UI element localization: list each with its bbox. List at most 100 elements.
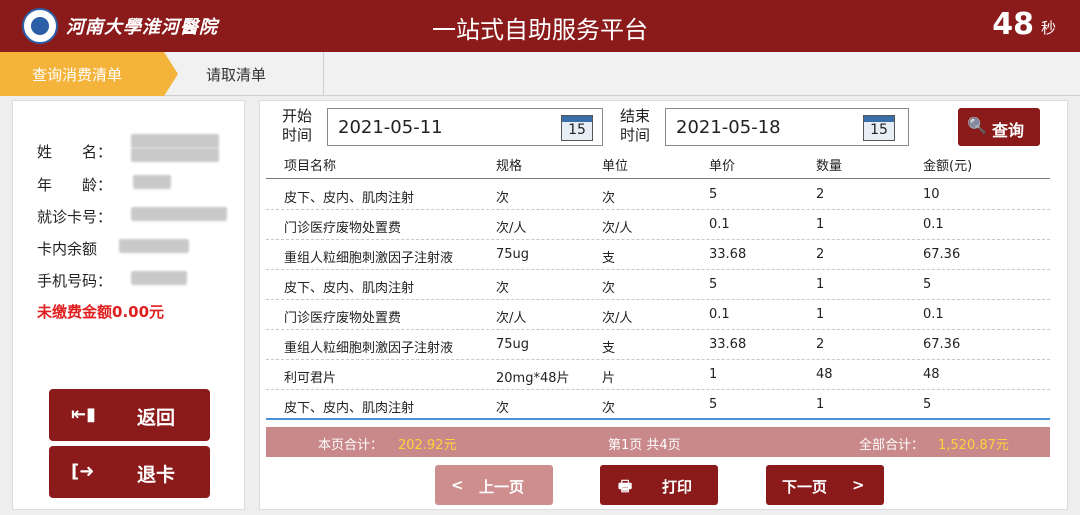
- cell-amount: 5: [923, 397, 932, 412]
- cell-item-name: 门诊医疗废物处置费: [284, 311, 402, 326]
- chevron-right-icon: >: [852, 476, 865, 494]
- cell-unit: 片: [602, 371, 616, 386]
- cell-spec: 75ug: [496, 337, 530, 352]
- tab-bar: 查询消费清单 请取清单: [0, 52, 1080, 96]
- chevron-left-icon: <: [451, 476, 464, 494]
- eject-card-button[interactable]: [➜ 退卡: [49, 446, 210, 498]
- cell-spec: 次: [496, 191, 510, 206]
- col-unit: 单位: [602, 159, 629, 174]
- cell-item-name: 重组人粒细胞刺激因子注射液: [284, 251, 454, 266]
- app-title: 一站式自助服务平台: [432, 16, 648, 44]
- end-date-value: 2021-05-18: [676, 117, 781, 138]
- back-icon: ⇤▮: [71, 404, 96, 425]
- cell-unit: 支: [602, 341, 616, 356]
- cell-item-name: 重组人粒细胞刺激因子注射液: [284, 341, 454, 356]
- cell-quantity: 1: [816, 277, 825, 292]
- header-bar: 河南大學淮河醫院 一站式自助服务平台 48 秒: [0, 0, 1080, 52]
- printer-icon: 🖶: [618, 477, 633, 495]
- balance-label: 卡内余额: [37, 240, 98, 258]
- prev-page-button[interactable]: < 上一页: [435, 465, 553, 505]
- cell-quantity: 1: [816, 397, 825, 412]
- table-row: 皮下、皮内、肌肉注射 次 次 5 2 10: [266, 180, 1050, 210]
- cell-unit: 次: [602, 191, 616, 206]
- consumption-list-panel: 开始 时间 2021-05-11 15 结束 时间 2021-05-18 15 …: [259, 100, 1068, 510]
- cell-unit: 次/人: [602, 311, 633, 326]
- calendar-icon[interactable]: 15: [863, 115, 895, 141]
- cell-unit-price: 0.1: [709, 217, 730, 232]
- table-header: 项目名称 规格 单位 单价 数量 金额(元): [266, 151, 1050, 179]
- cell-unit-price: 0.1: [709, 307, 730, 322]
- cell-amount: 48: [923, 367, 940, 382]
- end-label-1: 结束: [620, 107, 651, 125]
- print-button[interactable]: 🖶 打印: [600, 465, 718, 505]
- query-button[interactable]: 🔍 查询: [958, 108, 1040, 146]
- cell-unit: 次: [602, 281, 616, 296]
- all-total-value: 1,520.87元: [938, 438, 1009, 453]
- cell-spec: 次/人: [496, 221, 527, 236]
- phone-redacted: [131, 271, 187, 285]
- start-date-field[interactable]: 2021-05-11 15: [327, 108, 603, 146]
- next-page-button[interactable]: 下一页 >: [766, 465, 884, 505]
- cell-unit: 支: [602, 251, 616, 266]
- cell-unit-price: 33.68: [709, 247, 747, 262]
- col-item-name: 项目名称: [284, 159, 337, 174]
- age-redacted: [133, 175, 171, 189]
- card-label: 就诊卡号：: [37, 208, 113, 226]
- page-total-label: 本页合计：: [318, 438, 384, 453]
- phone-label: 手机号码：: [37, 272, 113, 290]
- table-row: 皮下、皮内、肌肉注射 次 次 5 1 5: [266, 390, 1050, 420]
- cell-spec: 次: [496, 401, 510, 416]
- table-body: 皮下、皮内、肌肉注射次次 5 2 10 门诊医疗废物处置费 次/人 次/人 0.1 1 0.1 重组…: [266, 180, 1050, 420]
- tab-label: 请取清单: [206, 66, 267, 84]
- page-total-value: 202.92元: [398, 438, 457, 453]
- cell-unit: 次: [602, 401, 616, 416]
- cell-amount: 10: [923, 187, 940, 202]
- back-button[interactable]: ⇤▮ 返回: [49, 389, 210, 441]
- calendar-day: 15: [870, 122, 888, 138]
- name-redacted-2: [131, 148, 219, 162]
- card-redacted: [131, 207, 227, 221]
- unpaid-amount: 未缴费金额0.00元: [37, 303, 165, 321]
- tab-retrieve-list[interactable]: 请取清单: [178, 52, 324, 96]
- cell-spec: 次: [496, 281, 510, 296]
- cell-item-name: 皮下、皮内、肌肉注射: [284, 401, 415, 416]
- cell-amount: 67.36: [923, 247, 961, 262]
- search-icon: 🔍: [967, 116, 987, 135]
- next-label: 下一页: [782, 478, 828, 496]
- name-label: 姓 名：: [37, 143, 113, 161]
- cell-item-name: 皮下、皮内、肌肉注射: [284, 281, 415, 296]
- col-amount: 金额(元): [923, 159, 973, 174]
- patient-info-panel: 姓 名： 年 龄： 就诊卡号： 卡内余额 手机号码： 未缴费金额0.00元 ⇤▮…: [12, 100, 245, 510]
- start-label-2: 时间: [282, 126, 313, 144]
- eject-label: 退卡: [137, 464, 176, 486]
- cell-quantity: 48: [816, 367, 833, 382]
- prev-label: 上一页: [479, 478, 525, 496]
- end-date-field[interactable]: 2021-05-18 15: [665, 108, 909, 146]
- start-date-value: 2021-05-11: [338, 117, 443, 138]
- cell-unit: 次/人: [602, 221, 633, 236]
- age-label: 年 龄：: [37, 176, 113, 194]
- summary-bar: 本页合计： 202.92元 第1页 共4页 全部合计： 1,520.87元: [266, 427, 1050, 457]
- cell-unit-price: 5: [709, 187, 718, 202]
- cell-spec: 20mg*48片: [496, 371, 570, 386]
- cell-quantity: 2: [816, 337, 825, 352]
- cell-unit-price: 1: [709, 367, 718, 382]
- cell-item-name: 利可君片: [284, 371, 337, 386]
- cell-item-name: 皮下、皮内、肌肉注射: [284, 191, 415, 206]
- countdown-timer: 48: [992, 7, 1034, 42]
- all-total-label: 全部合计：: [859, 438, 925, 453]
- calendar-icon[interactable]: 15: [561, 115, 593, 141]
- name-redacted: [131, 134, 219, 148]
- exit-icon: [➜: [71, 461, 95, 482]
- cell-unit-price: 5: [709, 277, 718, 292]
- page-info: 第1页 共4页: [608, 438, 681, 453]
- cell-unit-price: 33.68: [709, 337, 747, 352]
- table-row: 皮下、皮内、肌肉注射 次 次 5 1 5: [266, 270, 1050, 300]
- cell-amount: 0.1: [923, 217, 944, 232]
- cell-item-name: 门诊医疗废物处置费: [284, 221, 402, 236]
- table-row: 重组人粒细胞刺激因子注射液 75ug 支 33.68 2 67.36: [266, 330, 1050, 360]
- cell-spec: 次/人: [496, 311, 527, 326]
- cell-unit-price: 5: [709, 397, 718, 412]
- table-row: 重组人粒细胞刺激因子注射液 75ug 支 33.68 2 67.36: [266, 240, 1050, 270]
- tab-query-consumption[interactable]: 查询消费清单: [0, 52, 178, 96]
